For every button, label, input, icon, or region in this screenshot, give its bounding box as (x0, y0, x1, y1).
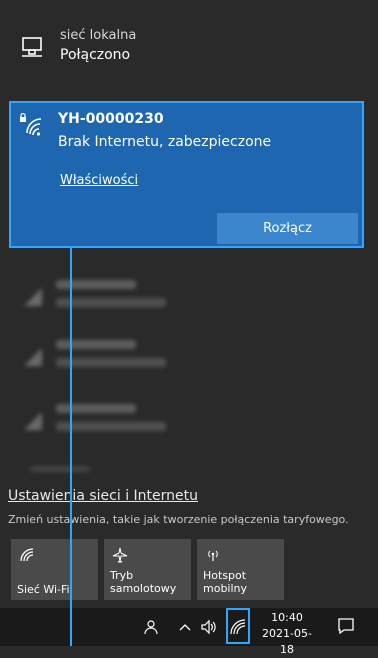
disconnect-button[interactable]: Rozłącz (217, 213, 358, 244)
wifi-toggle-tile[interactable]: Sieć Wi-Fi (11, 539, 98, 600)
network-status-placeholder (56, 358, 166, 367)
ethernet-status: Połączono (60, 47, 131, 63)
chevron-up-icon[interactable] (176, 618, 194, 636)
network-status-placeholder (56, 422, 166, 431)
notification-center-icon[interactable] (336, 616, 356, 636)
clock-time: 10:40 (271, 611, 303, 624)
highlight-wifi-tray-box (226, 608, 250, 644)
hotspot-tile-label: Hotspot mobilny (203, 569, 248, 595)
network-status-placeholder (56, 298, 166, 307)
network-name-placeholder (56, 404, 136, 413)
wifi-icon (24, 412, 42, 430)
more-networks-placeholder (30, 466, 90, 472)
highlight-connector-line (70, 248, 72, 646)
wifi-tile-label: Sieć Wi-Fi (17, 583, 70, 596)
taskbar: 10:40 2021-05-18 (0, 608, 378, 656)
secured-wifi-icon (20, 113, 42, 136)
network-name-placeholder (56, 280, 136, 289)
clock-date: 2021-05-18 (262, 627, 312, 656)
wifi-status: Brak Internetu, zabezpieczone (58, 134, 272, 150)
selected-wifi-network[interactable]: YH-00000230 Brak Internetu, zabezpieczon… (9, 101, 364, 248)
ethernet-connection[interactable]: sieć lokalna Połączono (18, 26, 358, 72)
wifi-network-item[interactable] (20, 276, 320, 320)
wifi-network-item[interactable] (20, 400, 320, 444)
airplane-mode-tile[interactable]: Tryb samolotowy (104, 539, 191, 600)
network-name-placeholder (56, 340, 136, 349)
wifi-network-item[interactable] (20, 336, 320, 380)
network-flyout: sieć lokalna Połączono YH-00000230 Brak … (0, 0, 378, 656)
properties-link[interactable]: Właściwości (60, 173, 138, 188)
wifi-icon (24, 288, 42, 306)
taskbar-clock[interactable]: 10:40 2021-05-18 (256, 610, 318, 658)
wifi-ssid: YH-00000230 (58, 111, 164, 127)
volume-icon[interactable] (200, 618, 218, 636)
mobile-hotspot-tile[interactable]: Hotspot mobilny (197, 539, 284, 600)
airplane-icon (112, 547, 128, 563)
people-icon[interactable] (142, 618, 160, 636)
network-settings-description: Zmień ustawienia, takie jak tworzenie po… (8, 513, 349, 526)
network-settings-link[interactable]: Ustawienia sieci i Internetu (8, 488, 198, 504)
wifi-icon (20, 548, 34, 562)
ethernet-icon (22, 37, 42, 57)
airplane-tile-label: Tryb samolotowy (110, 569, 177, 595)
wifi-icon (24, 348, 42, 366)
hotspot-icon (208, 550, 218, 561)
ethernet-name: sieć lokalna (60, 28, 137, 43)
